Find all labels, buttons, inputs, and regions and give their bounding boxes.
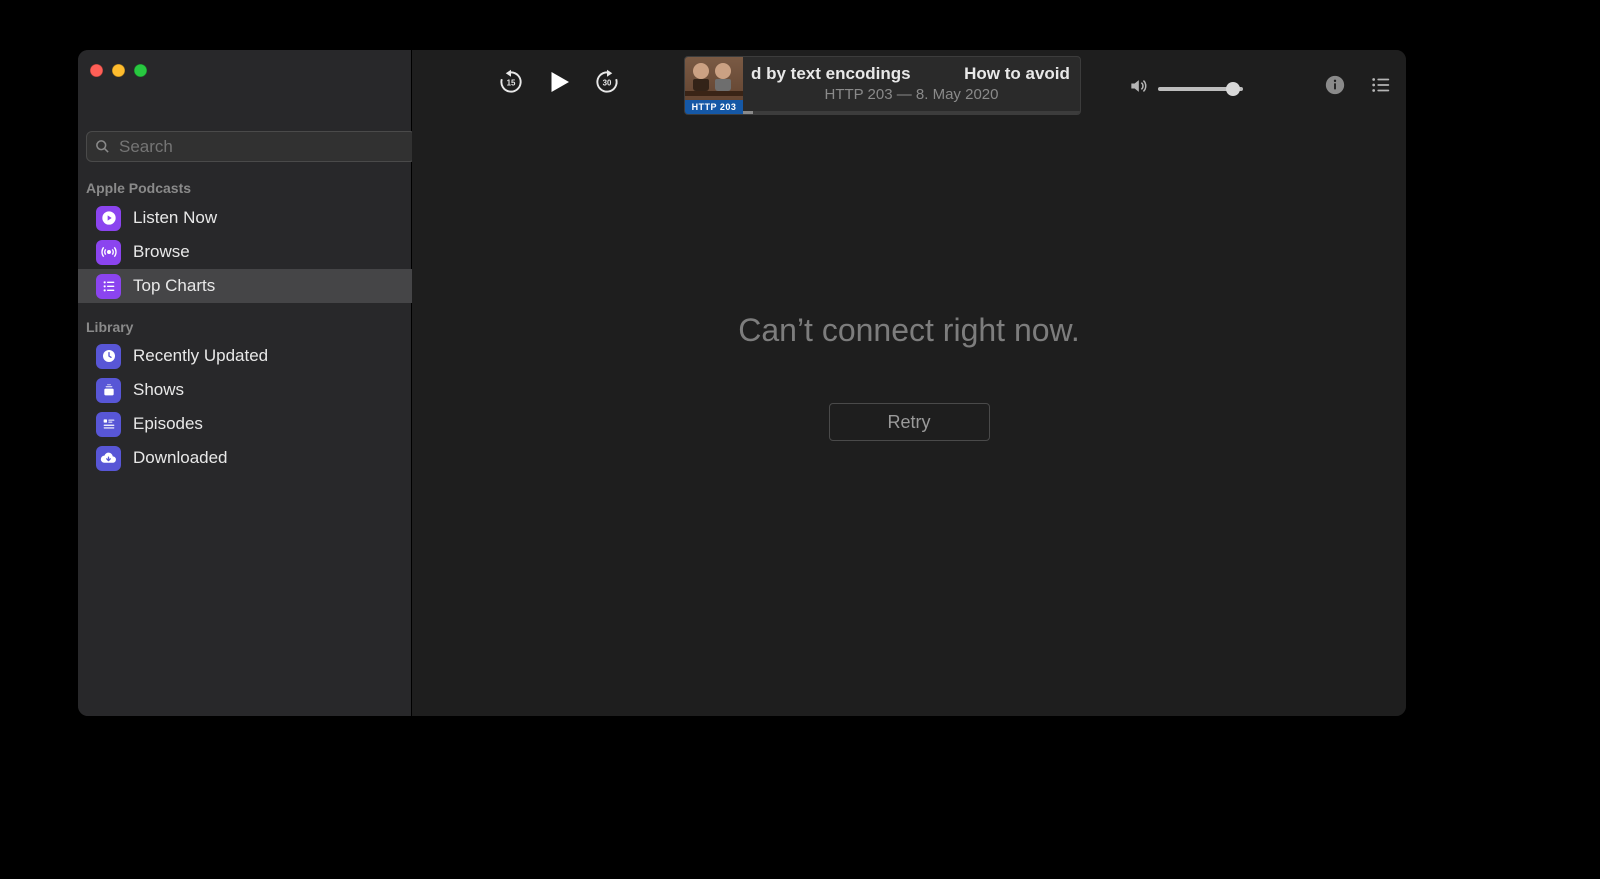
volume-control (1128, 76, 1243, 101)
stack-icon (96, 378, 121, 403)
sidebar-item-episodes[interactable]: Episodes (78, 407, 429, 441)
volume-slider[interactable] (1158, 87, 1243, 91)
retry-button[interactable]: Retry (829, 403, 990, 441)
sidebar-item-shows[interactable]: Shows (78, 373, 429, 407)
clock-icon (96, 344, 121, 369)
search-icon (95, 139, 110, 154)
now-playing-title: d by text encodings How to avoid g (751, 64, 1072, 84)
sidebar-item-label: Shows (133, 380, 184, 400)
play-button[interactable] (544, 67, 574, 97)
sidebar-item-label: Downloaded (133, 448, 228, 468)
sidebar-item-recently-updated[interactable]: Recently Updated (78, 339, 429, 373)
zoom-window-button[interactable] (134, 64, 147, 77)
section-title-library: Library (86, 319, 133, 335)
episode-artwork: HTTP 203 (685, 57, 743, 114)
main-area: 15 30 HTTP 203 d by text encodings (412, 50, 1406, 716)
section-title-apple-podcasts: Apple Podcasts (86, 180, 191, 196)
toolbar: 15 30 HTTP 203 d by text encodings (412, 50, 1406, 119)
svg-text:30: 30 (603, 79, 612, 88)
cloud-download-icon (96, 446, 121, 471)
artwork-caption: HTTP 203 (685, 100, 743, 114)
list-icon (96, 412, 121, 437)
sidebar-item-label: Episodes (133, 414, 203, 434)
sidebar-item-label: Top Charts (133, 276, 215, 296)
sidebar-item-browse[interactable]: Browse (78, 235, 429, 269)
sidebar-item-downloaded[interactable]: Downloaded (78, 441, 429, 475)
window-controls (90, 64, 147, 77)
skip-back-15-button[interactable]: 15 (497, 68, 525, 96)
error-message: Can’t connect right now. (738, 312, 1080, 349)
sidebar: Apple Podcasts Listen Now Browse Top Cha… (78, 50, 412, 716)
play-circle-icon (96, 206, 121, 231)
sidebar-item-label: Browse (133, 242, 190, 262)
queue-button[interactable] (1370, 74, 1392, 101)
playback-controls: 15 30 (497, 67, 621, 97)
search-field[interactable] (86, 131, 416, 162)
now-playing-lcd[interactable]: HTTP 203 d by text encodings How to avoi… (684, 56, 1081, 115)
volume-icon (1128, 76, 1148, 101)
content-area: Can’t connect right now. Retry (412, 119, 1406, 716)
close-window-button[interactable] (90, 64, 103, 77)
sidebar-item-label: Recently Updated (133, 346, 268, 366)
svg-text:15: 15 (507, 79, 516, 88)
search-input[interactable] (117, 136, 407, 158)
podcasts-window: Apple Podcasts Listen Now Browse Top Cha… (78, 50, 1406, 716)
info-button[interactable] (1324, 74, 1346, 101)
sidebar-item-label: Listen Now (133, 208, 217, 228)
minimize-window-button[interactable] (112, 64, 125, 77)
broadcast-icon (96, 240, 121, 265)
now-playing-subtitle: HTTP 203 — 8. May 2020 (751, 86, 1072, 103)
sidebar-item-top-charts[interactable]: Top Charts (78, 269, 429, 303)
sidebar-item-listen-now[interactable]: Listen Now (78, 201, 429, 235)
list-numbered-icon (96, 274, 121, 299)
skip-forward-30-button[interactable]: 30 (593, 68, 621, 96)
progress-bar[interactable] (743, 111, 1080, 114)
